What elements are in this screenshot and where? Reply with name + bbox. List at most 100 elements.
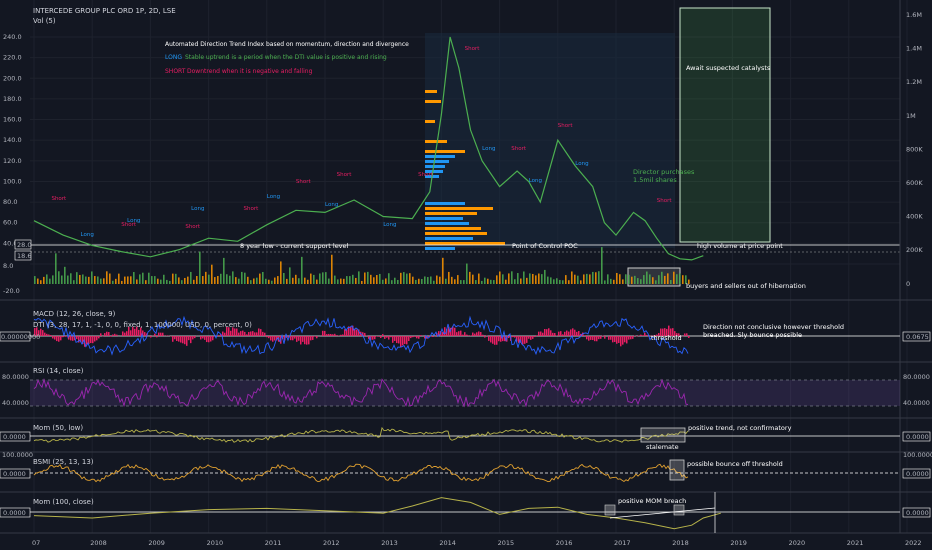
annotation-director: Director purchases [633, 168, 695, 176]
short-signal-label: Short [511, 146, 527, 152]
catalyst-box[interactable] [679, 7, 771, 243]
x-tick-label: 2009 [148, 539, 165, 547]
price-tick-label: -20.0 [3, 287, 20, 295]
svg-text:0.0000: 0.0000 [906, 470, 929, 478]
volume-tick-label: 1.6M [906, 11, 922, 19]
x-tick-label: 2022 [905, 539, 922, 547]
svg-text:0.0000: 0.0000 [3, 509, 26, 517]
annotation-stalemate: stalemate [646, 443, 679, 451]
x-tick-label: 2018 [672, 539, 689, 547]
price-tick-label: 180.0 [3, 95, 22, 103]
short-signal-label: Short [296, 179, 312, 185]
short-signal-label: Short [51, 196, 67, 202]
rsi-label: RSI (14, close) [33, 367, 84, 375]
price-tick-label: 80.0 [3, 198, 17, 206]
mom-breach-box-2[interactable] [673, 504, 685, 516]
short-signal-label: Short [244, 206, 260, 212]
x-tick-label: 2020 [789, 539, 806, 547]
dti-label: DTI (3, 28, 17, 1, -1, 0, 0, fixed, 1, 1… [33, 321, 252, 329]
hibernation-box[interactable] [627, 267, 681, 287]
volume-tick-label: 1M [906, 112, 916, 120]
legend-short-text: Downtrend when it is negative and fallin… [187, 68, 313, 75]
symbol-title: INTERCEDE GROUP PLC ORD 1P, 2D, LSE [33, 7, 176, 15]
stalemate-box[interactable] [640, 427, 686, 443]
x-tick-label: 2016 [556, 539, 573, 547]
macd-label: MACD (12, 26, close, 9) [33, 310, 116, 318]
mom-breach-line [609, 507, 716, 519]
annotation-poc: Point of Control POC [512, 242, 578, 250]
volume-tick-label: 1.2M [906, 78, 922, 86]
long-signal-label: Long [267, 194, 280, 200]
chart-canvas[interactable]: 07 2008 2009 2010 2011 2012 2013 2014 2015 2016 20… [0, 0, 932, 550]
price-tick-label: 220.0 [3, 54, 22, 62]
short-signal-label: Short [418, 172, 434, 178]
svg-text:80.0000: 80.0000 [903, 373, 930, 381]
x-tick-label: 2011 [265, 539, 282, 547]
long-signal-label: Long [529, 178, 542, 184]
legend-long-key: LONG [165, 54, 182, 61]
price-tick-label: 140.0 [3, 136, 22, 144]
mom-breach-box[interactable] [604, 504, 616, 516]
volume-label: Vol (5) [33, 17, 56, 25]
x-tick-label: 07 [32, 539, 40, 547]
volume-tick-label: 1.4M [906, 45, 922, 53]
volume-tick-label: 600K [906, 179, 923, 187]
bsmi-label: BSMI (25, 13, 13) [33, 458, 94, 466]
annotation-support: 8 year low - current support level [240, 242, 349, 250]
volume-tick-label: 200K [906, 246, 923, 254]
volume-bars [34, 247, 690, 284]
svg-text:0.0000: 0.0000 [3, 433, 26, 441]
legend-short-key: SHORT [165, 68, 186, 75]
current-price-text: 28.0 [17, 241, 31, 249]
long-signal-label: Long [191, 206, 204, 212]
short-signal-label: Short [558, 123, 574, 129]
price-tick-label: 120.0 [3, 157, 22, 165]
x-tick-label: 2008 [90, 539, 107, 547]
price-tick-label: 8.0 [3, 262, 13, 270]
annotation-positive-trend: positive trend, not confirmatory [688, 424, 792, 432]
bsmi-bounce-box[interactable] [669, 459, 685, 481]
mom50-label: Mom (50, low) [33, 424, 83, 432]
svg-text:0.0675: 0.0675 [906, 333, 929, 341]
svg-text:0.0000: 0.0000 [906, 509, 929, 517]
short-signal-label: Short [185, 224, 201, 230]
x-tick-label: 2019 [730, 539, 747, 547]
annotation-bounce: possible bounce off threshold [687, 460, 783, 468]
svg-text:100.0000: 100.0000 [2, 451, 33, 459]
volume-tick-label: 800K [906, 145, 923, 153]
long-signal-label: Long [482, 146, 495, 152]
annotation-high-vol: high volume at price point [697, 242, 783, 250]
svg-text:0.0000: 0.0000 [906, 433, 929, 441]
annotation-direction-2: breached. Sly bounce possible [703, 331, 802, 339]
annotation-mom-breach: positive MOM breach [618, 497, 686, 505]
short-signal-label: Short [337, 172, 353, 178]
annotation-direction: Direction not conclusive however thresho… [703, 323, 844, 331]
pane-value-badges: 0.00000000 0.0675 80.0000 40.0000 80.000… [0, 331, 932, 518]
svg-text:80.0000: 80.0000 [2, 373, 29, 381]
annotation-hibernation: buyers and sellers out of hibernation [686, 282, 806, 290]
x-tick-label: 2012 [323, 539, 340, 547]
low-price-text: 18.6 [17, 252, 31, 260]
short-signal-label: Short [465, 46, 481, 52]
x-tick-label: 2010 [207, 539, 224, 547]
x-tick-label: 2021 [847, 539, 864, 547]
long-signal-label: Long [575, 161, 588, 167]
annotation-director-2: 1.5mil shares [633, 176, 677, 184]
svg-text:100.0000: 100.0000 [903, 451, 932, 459]
price-tick-label: 100.0 [3, 177, 22, 185]
volume-tick-label: 400K [906, 213, 923, 221]
svg-text:40.0000: 40.0000 [2, 399, 29, 407]
mom50-line [33, 426, 689, 443]
legend-title: Automated Direction Trend Index based on… [165, 41, 409, 48]
volume-axis-ticks: 1.6M 1.4M 1.2M 1M 800K 600K 400K 200K 0 [906, 11, 923, 288]
x-tick-label: 2017 [614, 539, 631, 547]
annotation-catalysts: Await suspected catalysts [686, 64, 771, 72]
x-tick-label: 2014 [439, 539, 456, 547]
svg-text:0.0000: 0.0000 [3, 470, 26, 478]
price-tick-label: 200.0 [3, 74, 22, 82]
long-signal-label: Long [383, 222, 396, 228]
legend-long-text: Stable uptrend is a period when the DTI … [185, 54, 387, 61]
long-signal-label: Long [325, 202, 338, 208]
long-signal-label: Long [81, 232, 94, 238]
x-axis-ticks: 07 2008 2009 2010 2011 2012 2013 2014 2015 2016 20… [32, 539, 922, 547]
